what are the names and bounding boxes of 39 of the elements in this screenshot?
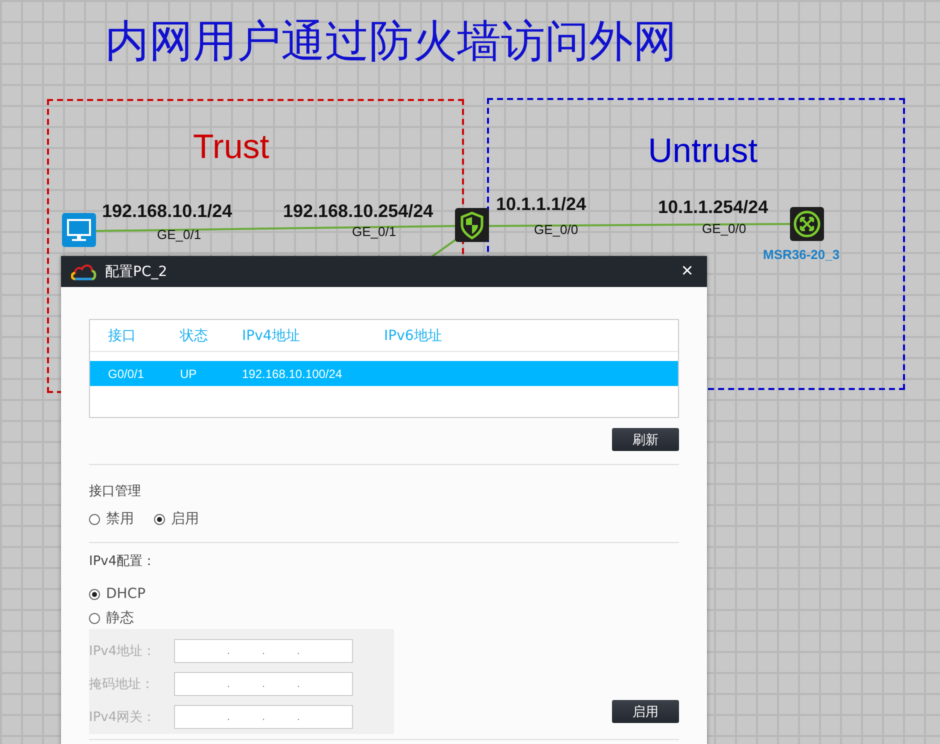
port-label: GE_0/0 [702, 221, 746, 236]
table-cell: G0/0/1 [108, 366, 144, 380]
ip-address-label: 192.168.10.254/24 [283, 201, 434, 222]
radio-option[interactable]: 禁用 [89, 510, 134, 528]
radio-option[interactable]: DHCP [89, 585, 679, 603]
column-header: IPv4地址 [242, 326, 300, 344]
port-label: GE_0/1 [157, 227, 202, 242]
section-label: IPv4配置： [89, 553, 157, 570]
diagram-title: 内网用户通过防火墙访问外网 [105, 15, 677, 69]
zone-label: Trust [193, 128, 270, 167]
ip-address-label: 10.1.1.254/24 [658, 197, 768, 218]
ip-input-field[interactable]: . . . [174, 705, 353, 729]
column-header: 接口 [108, 326, 136, 344]
close-button[interactable]: × [677, 260, 697, 283]
apply-button[interactable]: 启用 [612, 700, 679, 723]
radio-option[interactable]: 启用 [154, 510, 199, 528]
field-label: 掩码地址： [89, 676, 155, 693]
port-label: GE_0/1 [352, 224, 396, 239]
monitor-icon[interactable] [62, 213, 96, 247]
cloud-icon [71, 262, 97, 280]
radio-option[interactable]: 静态 [89, 609, 679, 627]
ip-input-field[interactable]: . . . [174, 672, 353, 696]
refresh-button[interactable]: 刷新 [612, 428, 679, 451]
field-label: IPv4网关： [89, 709, 157, 726]
table-cell: UP [180, 366, 197, 380]
ip-input-field[interactable]: . . . [174, 639, 353, 663]
shield-icon[interactable] [455, 208, 489, 242]
dialog-title: 配置PC_2 [105, 262, 168, 280]
table-cell: 192.168.10.100/24 [242, 366, 342, 380]
device-label: MSR36-20_3 [763, 247, 840, 262]
column-header: IPv6地址 [384, 326, 442, 344]
column-header: 状态 [180, 326, 208, 344]
field-label: IPv4地址： [89, 643, 157, 660]
section-label: 接口管理 [89, 483, 142, 500]
ip-address-label: 10.1.1.1/24 [496, 194, 586, 215]
ip-address-label: 192.168.10.1/24 [102, 201, 232, 222]
zone-label: Untrust [648, 132, 758, 171]
port-label: GE_0/0 [534, 222, 578, 237]
router-icon[interactable] [790, 207, 824, 241]
